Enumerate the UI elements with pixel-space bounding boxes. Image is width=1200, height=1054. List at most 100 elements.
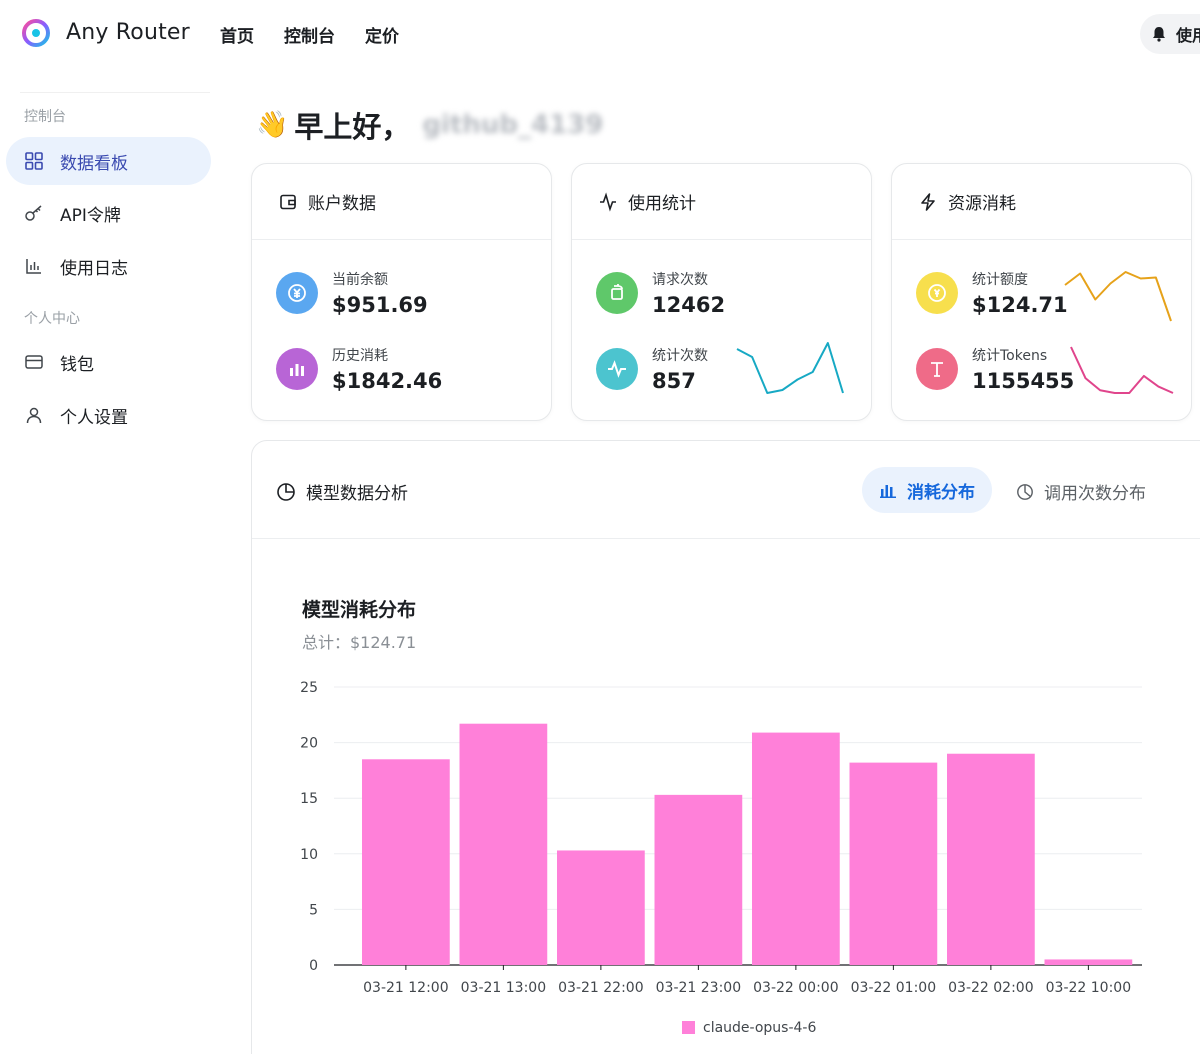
tokens-spark-line [1070,346,1174,394]
tokens-stat: 统计Tokens 1155455 [916,345,1074,393]
dashboard-grid-icon [24,151,44,171]
tab-call-count-distribution[interactable]: 调用次数分布 [1016,479,1146,504]
usage-stats-card: 使用统计 请求次数 12462 统计次数 857 [571,163,872,421]
sidebar-item-label: 个人设置 [60,407,128,428]
tab-label: 消耗分布 [907,482,975,503]
spent-label: 历史消耗 [332,348,388,364]
refresh-icon [596,272,638,314]
bar[interactable] [459,723,548,965]
sidebar-item-api-token[interactable]: API令牌 [6,189,211,237]
sidebar: 控制台 数据看板 API令牌 使用日志 个人中心 钱包 个人设置 [0,68,225,1054]
bar[interactable] [557,850,645,965]
sidebar-item-label: API令牌 [60,205,121,226]
y-tick-label: 20 [300,736,318,752]
sidebar-divider [20,92,210,93]
requests-value: 12462 [652,293,726,317]
y-tick-label: 5 [309,902,318,918]
y-tick-label: 15 [300,791,318,807]
count-label: 统计次数 [652,348,708,364]
x-tick-label: 03-21 12:00 [363,980,448,996]
tokens-label: 统计Tokens [972,348,1048,364]
top-right-label: 使用 [1176,26,1200,45]
bar[interactable] [849,762,938,965]
panel-header: 模型数据分析 消耗分布 调用次数分布 [252,441,1200,539]
bar[interactable] [654,794,743,965]
nav-console-link[interactable]: 控制台 [284,22,335,47]
top-right-pill[interactable]: 使用 [1140,14,1200,54]
usage-spark-line [736,342,844,394]
count-stat: 统计次数 857 [596,345,708,393]
quota-label: 统计额度 [972,272,1028,288]
top-navigation: Any Router 首页 控制台 定价 使用 [0,0,1200,68]
coin-icon [916,272,958,314]
chart-subtitle: 总计：$124.71 [302,633,417,652]
panel-title: 模型数据分析 [276,479,408,504]
tokens-value: 1155455 [972,369,1075,393]
sidebar-item-wallet[interactable]: 钱包 [6,338,211,386]
y-tick-label: 0 [309,958,318,974]
quota-spark-line [1064,271,1172,322]
sidebar-item-label: 数据看板 [60,153,128,174]
legend-swatch [682,1021,695,1034]
pie-chart-icon [1017,483,1033,500]
balance-stat: 当前余额 $951.69 [276,269,428,317]
any-router-logo-icon[interactable] [22,19,50,47]
sidebar-group-personal: 个人中心 [24,311,80,327]
sidebar-item-label: 钱包 [60,354,94,375]
quota-value: $124.71 [972,293,1068,317]
card-title: 使用统计 [628,194,696,214]
greeting-username: github_4139 [422,110,604,140]
activity-icon [600,191,616,212]
sidebar-item-dashboard[interactable]: 数据看板 [6,137,211,185]
x-tick-label: 03-22 01:00 [851,980,936,996]
legend-label[interactable]: claude-opus-4-6 [703,1020,816,1036]
histogram-icon [276,348,318,390]
model-analysis-panel: 模型数据分析 消耗分布 调用次数分布 模型消耗分布 总计：$124.71 0 5 1… [251,440,1200,1054]
greeting-text: 早上好， [294,110,411,144]
pie-chart-icon [277,482,295,501]
bell-icon[interactable] [1150,25,1168,43]
nav-pricing-link[interactable]: 定价 [365,22,399,47]
quota-stat: 统计额度 $124.71 [916,269,1068,317]
wallet-card-icon [24,352,44,372]
wallet-icon [280,194,296,209]
sidebar-item-usage-log[interactable]: 使用日志 [6,242,211,290]
account-data-card: 账户数据 当前余额 $951.69 历史消耗 $1842.46 [251,163,552,421]
card-title: 资源消耗 [948,194,1016,214]
y-tick-label: 25 [300,680,318,696]
lightning-icon [921,192,935,211]
quota-sparkline [1064,271,1172,322]
requests-stat: 请求次数 12462 [596,269,725,317]
card-header: 资源消耗 [892,164,1191,240]
bar[interactable] [947,753,1035,965]
card-title: 账户数据 [308,194,376,214]
bar[interactable] [752,732,840,965]
bar[interactable] [362,759,450,965]
balance-icon [276,272,318,314]
user-icon [24,405,44,425]
balance-label: 当前余额 [332,272,388,288]
x-tick-label: 03-22 10:00 [1046,980,1131,996]
bar[interactable] [1044,959,1133,965]
sidebar-group-console: 控制台 [24,109,66,125]
greeting: 👋 早上好， github_4139 [256,104,603,146]
key-icon [24,203,44,223]
chart-title: 模型消耗分布 [302,599,417,621]
card-header: 使用统计 [572,164,871,240]
brand-name[interactable]: Any Router [66,20,190,45]
tab-cost-distribution[interactable]: 消耗分布 [862,467,992,513]
spent-value: $1842.46 [332,369,443,393]
nav-home-link[interactable]: 首页 [220,22,254,47]
spent-stat: 历史消耗 $1842.46 [276,345,442,393]
x-tick-label: 03-22 00:00 [753,980,838,996]
x-tick-label: 03-21 23:00 [656,980,741,996]
cost-distribution-bar-chart: 0 5 10 15 20 25 03-21 12:00 03-21 13:00 03-21 22… [300,680,1142,1036]
tab-label: 调用次数分布 [1044,484,1146,504]
count-value: 857 [652,369,696,393]
bar-log-icon [24,256,44,276]
text-t-icon [916,348,958,390]
sidebar-item-settings[interactable]: 个人设置 [6,391,211,439]
pulse-icon [596,348,638,390]
card-header: 账户数据 [252,164,551,240]
y-tick-label: 10 [300,847,318,863]
